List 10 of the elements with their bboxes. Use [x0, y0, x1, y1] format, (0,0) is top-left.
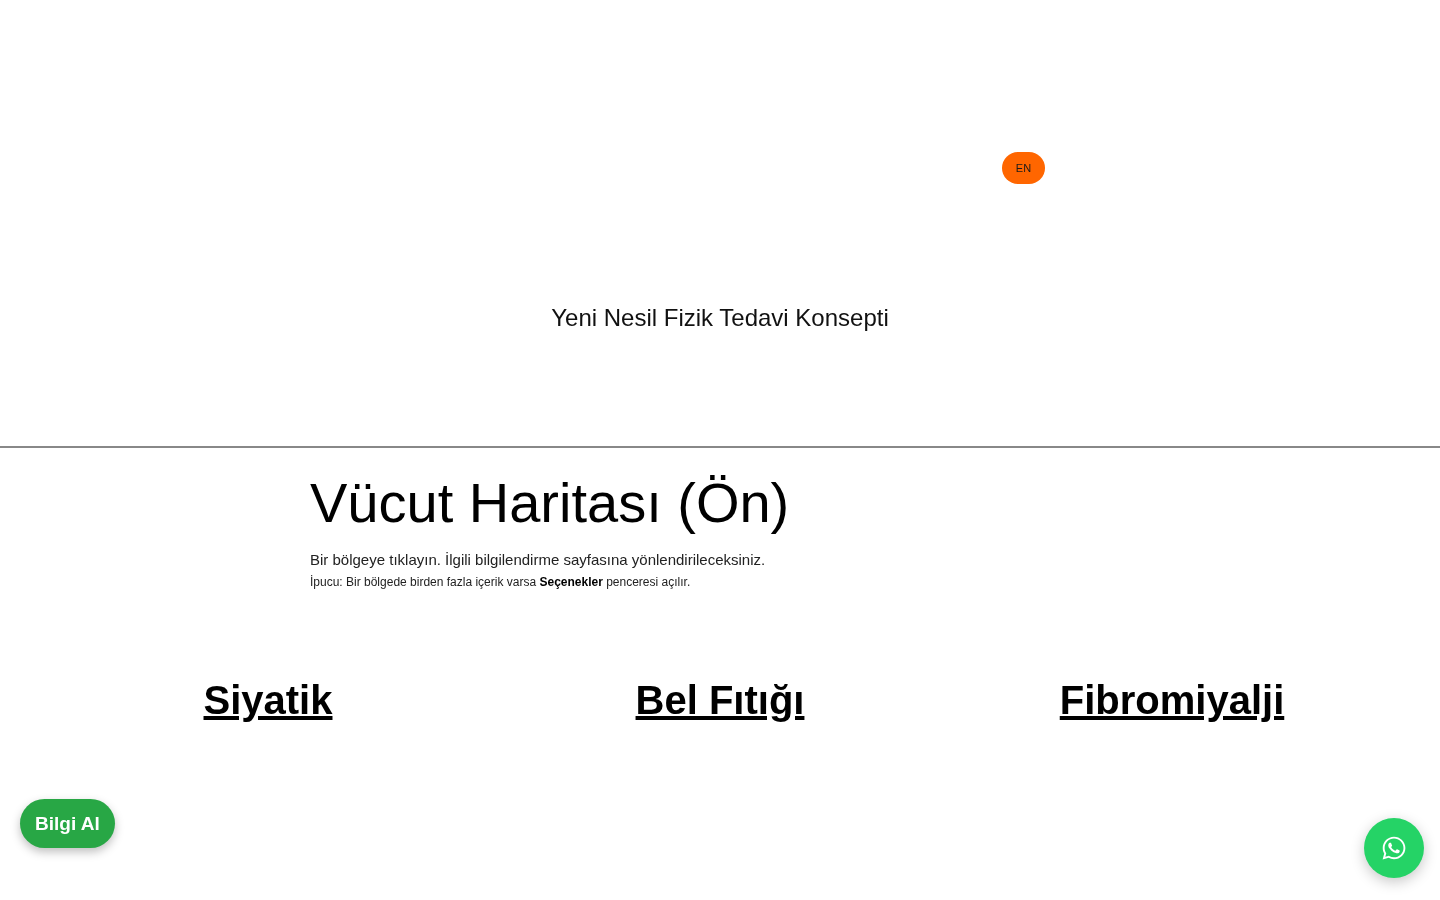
region-link[interactable]: Fibromiyalji: [1059, 677, 1285, 723]
page-title: Vücut Haritası (Ön): [310, 470, 790, 536]
chat-button[interactable]: [1364, 818, 1424, 878]
instruction-text: Bir bölgeye tıklayın. İlgili bilgilendirme sayfasına yönlendirileceksiniz.: [310, 551, 766, 569]
language-button[interactable]: EN: [1002, 152, 1045, 184]
region-link[interactable]: Siyatik: [203, 677, 333, 723]
tagline: Yeni Nesil Fizik Tedavi Konsepti: [551, 304, 889, 332]
chat-phone-icon: [1381, 835, 1407, 861]
tip-text: İpucu: Bir bölgede birden fazla içerik varsa Seçenekler penceresi açılır.: [310, 575, 691, 589]
region-link[interactable]: Bel Fıtığı: [635, 677, 805, 723]
